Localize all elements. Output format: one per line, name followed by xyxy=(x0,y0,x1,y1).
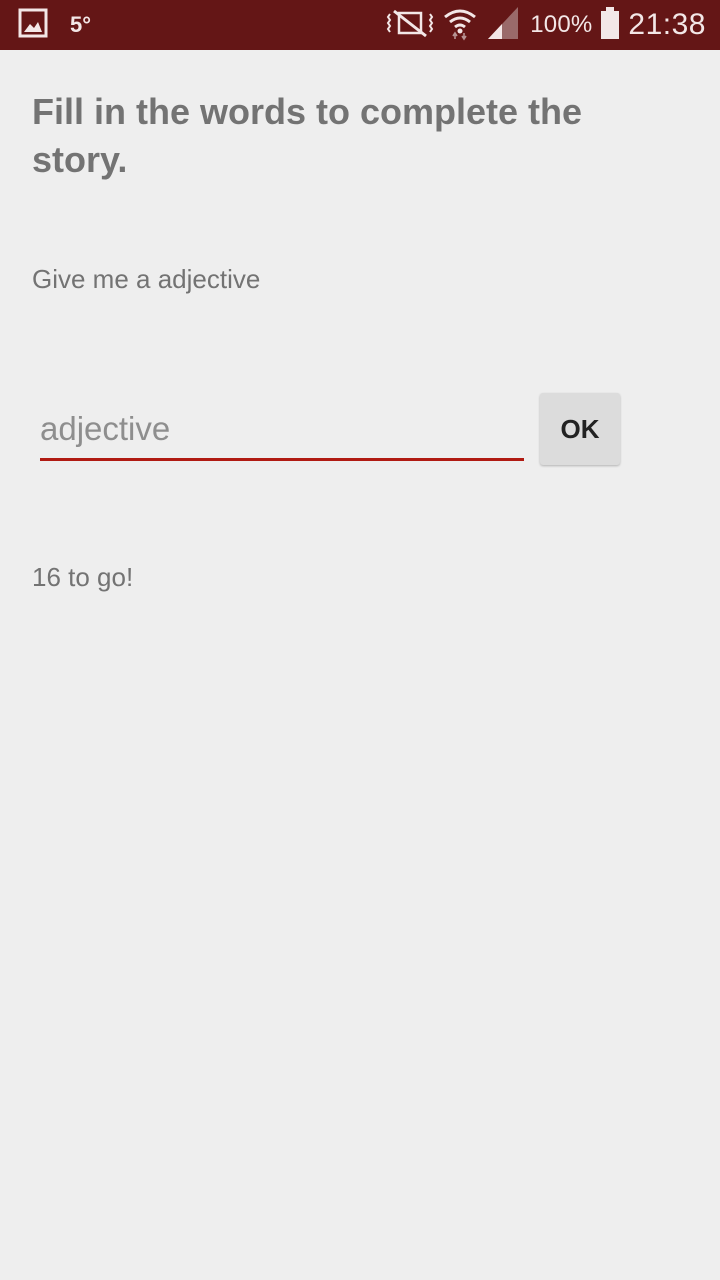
word-prompt: Give me a adjective xyxy=(32,264,261,294)
temperature-text: 5° xyxy=(70,12,92,37)
battery-percent: 100% xyxy=(530,11,593,38)
main-content: Fill in the words to complete the story.… xyxy=(0,50,720,1280)
battery-icon xyxy=(600,6,620,45)
word-input-container xyxy=(40,400,524,461)
vibrate-icon xyxy=(386,8,434,43)
status-left: 5° xyxy=(18,8,91,42)
status-right: 100% 21:38 xyxy=(386,6,706,44)
clock-time: 21:38 xyxy=(628,8,706,41)
signal-icon xyxy=(486,5,522,46)
gallery-icon xyxy=(18,8,48,43)
words-remaining: 16 to go! xyxy=(32,562,134,592)
ok-button[interactable]: OK xyxy=(540,393,620,465)
status-bar: 5° 100% 21:38 xyxy=(0,0,720,50)
word-input[interactable] xyxy=(40,400,524,458)
wifi-icon xyxy=(442,5,478,46)
page-title: Fill in the words to complete the story. xyxy=(32,91,583,180)
